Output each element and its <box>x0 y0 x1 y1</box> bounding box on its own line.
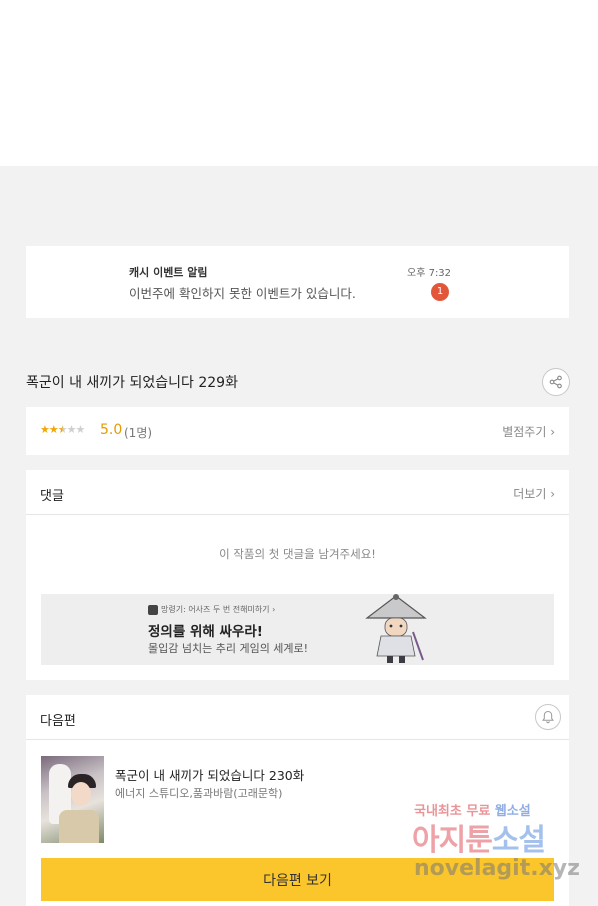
notification-time: 오후 7:32 <box>407 268 452 279</box>
notification-title: 캐시 이벤트 알림 <box>129 266 208 279</box>
next-episode-title[interactable]: 폭군이 내 새끼가 되었습니다 230화 <box>115 765 304 784</box>
star-icon-full: ★ <box>48 423 59 436</box>
star-icon-full: ★ <box>40 423 50 436</box>
star-icon-half: ★ <box>57 423 68 436</box>
rating-count: (1명) <box>124 426 153 440</box>
comments-header: 댓글 <box>40 489 64 504</box>
star-icon-empty: ★ <box>75 423 86 436</box>
next-episode-section: 다음편 폭군이 내 새끼가 되었습니다 230화 에너지 스튜디오,품과바람(고… <box>26 695 569 906</box>
comments-section: 댓글 더보기 › 이 작품의 첫 댓글을 남겨주세요! 망령기: 어사즈 두 번… <box>26 470 569 680</box>
game-logo-icon <box>148 604 158 615</box>
ad-title: 정의를 위해 싸우라! <box>148 624 263 640</box>
rating-bar: ★★★★★ 5.0 (1명) 별점주기 › <box>26 407 569 455</box>
ad-small-label: 망령기: 어사즈 두 번 전해미하기 › <box>161 605 276 614</box>
divider <box>26 739 569 740</box>
ad-small-text: 망령기: 어사즈 두 번 전해미하기 › <box>148 604 275 615</box>
divider <box>26 514 569 515</box>
notify-button[interactable] <box>535 704 561 730</box>
ad-subtitle: 몰입감 넘치는 추리 게임의 세계로! <box>148 642 309 655</box>
star-rating: ★★★★★ <box>40 423 86 436</box>
notification-message: 이번주에 확인하지 못한 이벤트가 있습니다. <box>129 286 356 301</box>
game-ad-banner[interactable]: 망령기: 어사즈 두 번 전해미하기 › 정의를 위해 싸우라! 몰입감 넘치는… <box>41 594 554 665</box>
game-character-image <box>365 594 427 663</box>
next-episode-button[interactable]: 다음편 보기 <box>41 858 554 901</box>
next-episode-header: 다음편 <box>40 714 76 729</box>
next-episode-thumbnail[interactable] <box>41 756 104 843</box>
rating-score: 5.0 <box>100 422 123 438</box>
top-blank-area <box>0 0 598 166</box>
bell-icon <box>541 710 555 724</box>
episode-title: 폭군이 내 새끼가 되었습니다 229화 <box>26 375 238 391</box>
share-icon <box>549 375 562 389</box>
notification-badge: 1 <box>431 283 449 301</box>
star-icon-empty: ★ <box>66 423 77 436</box>
rate-button[interactable]: 별점주기 › <box>502 423 555 440</box>
comments-more-link[interactable]: 더보기 › <box>513 485 555 502</box>
share-button[interactable] <box>542 368 570 396</box>
next-episode-author: 에너지 스튜디오,품과바람(고래문학) <box>115 787 283 800</box>
empty-comments-message: 이 작품의 첫 댓글을 남겨주세요! <box>219 547 376 561</box>
cash-event-notification[interactable]: 캐시 이벤트 알림 이번주에 확인하지 못한 이벤트가 있습니다. 오후 7:3… <box>26 246 569 318</box>
